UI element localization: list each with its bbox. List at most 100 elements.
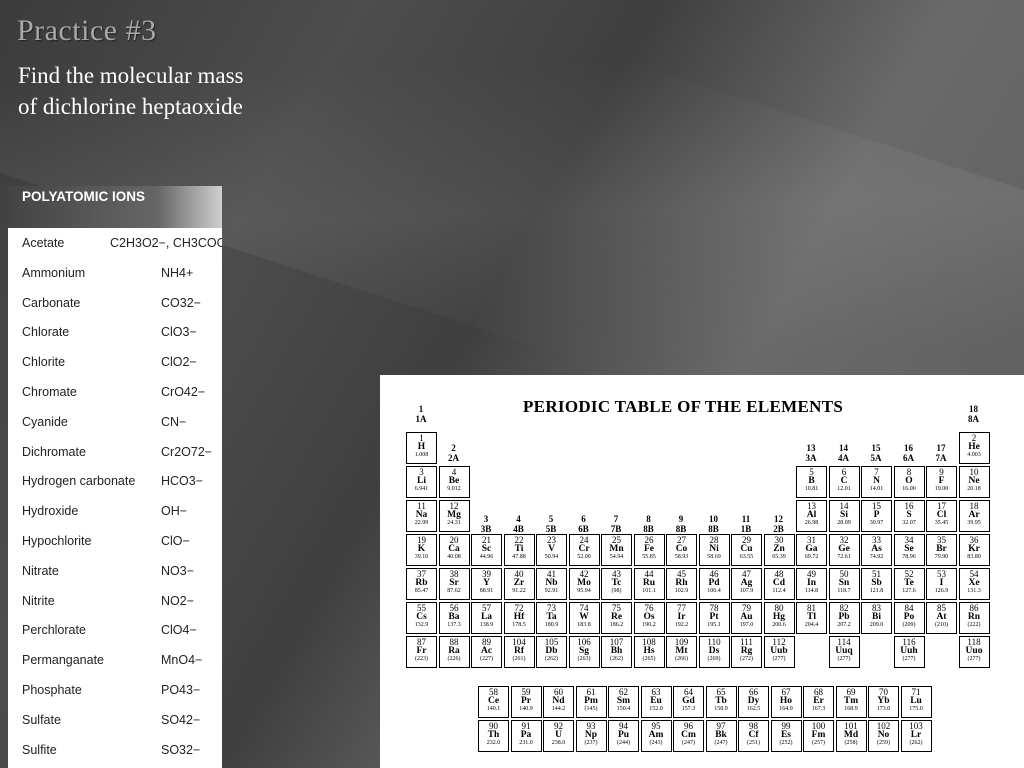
- atomic-mass: 54.94: [609, 554, 624, 560]
- atomic-mass: 9.012: [447, 486, 461, 492]
- atomic-mass: 186.2: [609, 622, 624, 628]
- atomic-mass: 85.47: [414, 588, 429, 594]
- element-symbol: H: [417, 441, 426, 452]
- group-label: 15 5A: [870, 443, 882, 463]
- atomic-mass: 167.3: [811, 706, 826, 712]
- atomic-mass: 28.09: [837, 520, 851, 526]
- element-symbol: N: [873, 475, 880, 486]
- element-cell: 25 Mn 54.94: [601, 534, 632, 566]
- element-symbol: Sn: [838, 577, 850, 588]
- element-cell: 95 Am (243): [640, 720, 672, 752]
- atomic-mass: (272): [740, 656, 753, 662]
- atomic-mass: 16.00: [902, 486, 916, 492]
- element-symbol: Mt: [675, 645, 688, 656]
- ion-name: Perchlorate: [22, 623, 86, 638]
- atomic-mass: (210): [935, 622, 948, 628]
- group-label: 5 5B: [545, 514, 557, 534]
- atomic-mass: (251): [747, 740, 760, 746]
- atomic-mass: (269): [707, 656, 721, 662]
- atomic-mass: 6.941: [414, 486, 429, 492]
- periodic-table: PERIODIC TABLE OF THE ELEMENTS 1 H 1.008 2 H…: [380, 375, 1024, 768]
- element-symbol: Dy: [747, 695, 760, 706]
- atomic-mass: 30.97: [869, 520, 884, 526]
- element-symbol: Fr: [416, 645, 427, 656]
- element-cell: 41 Nb 92.91: [536, 568, 567, 600]
- element-symbol: Er: [813, 695, 824, 706]
- element-cell: 18 Ar 39.95: [958, 500, 990, 532]
- atomic-mass: (227): [480, 656, 493, 662]
- element-cell: 11 Na 22.99: [406, 500, 437, 532]
- element-cell: 62 Sm 150.4: [608, 686, 639, 718]
- atomic-mass: 207.2: [837, 622, 851, 628]
- atomic-mass: 195.1: [707, 622, 721, 628]
- atomic-mass: 127.6: [902, 588, 916, 594]
- ion-row: Chlorate ClO3−: [8, 317, 222, 347]
- element-symbol: Rn: [967, 611, 981, 622]
- element-cell: 63 Eu 152.0: [640, 686, 672, 718]
- element-symbol: No: [877, 729, 890, 740]
- element-cell: 57 La 138.9: [471, 602, 502, 634]
- atomic-mass: 12.01: [837, 486, 851, 492]
- atomic-mass: 44.96: [479, 554, 494, 560]
- element-symbol: Li: [417, 475, 426, 486]
- atomic-mass: 164.9: [779, 706, 793, 712]
- element-cell: 59 Pr 140.9: [510, 686, 542, 718]
- atomic-mass: (209): [902, 622, 916, 628]
- element-symbol: Cm: [681, 729, 696, 740]
- element-cell: 53 I 126.9: [926, 568, 957, 600]
- ion-name: Acetate: [22, 236, 65, 250]
- atomic-mass: 79.90: [934, 554, 949, 560]
- element-symbol: Mn: [609, 543, 624, 554]
- element-cell: 32 Ge 72.61: [828, 534, 860, 566]
- ion-row: Phosphate PO43−: [8, 675, 222, 705]
- element-cell: 13 Al 26.98: [796, 500, 827, 532]
- atomic-mass: 180.9: [544, 622, 559, 628]
- element-symbol: S: [906, 509, 912, 520]
- atomic-mass: (145): [584, 706, 598, 712]
- element-cell: 97 Bk (247): [705, 720, 737, 752]
- element-symbol: Cf: [748, 729, 759, 740]
- element-symbol: Cu: [740, 543, 753, 554]
- element-symbol: Es: [780, 729, 792, 740]
- atomic-mass: 138.9: [479, 622, 494, 628]
- element-symbol: Ac: [480, 645, 493, 656]
- group-label: 17 7A: [935, 443, 947, 463]
- element-symbol: Ga: [805, 543, 818, 554]
- atomic-mass: 183.8: [577, 622, 591, 628]
- atomic-mass: 114.8: [804, 588, 819, 594]
- ion-row: Hydrogen carbonate HCO3−: [8, 466, 222, 496]
- atomic-mass: 32.07: [902, 520, 916, 526]
- atomic-mass: (252): [779, 740, 793, 746]
- element-cell: 39 Y 88.91: [471, 568, 502, 600]
- atomic-mass: 52.00: [577, 554, 591, 560]
- element-symbol: Db: [545, 645, 558, 656]
- element-cell: 45 Rh 102.9: [666, 568, 697, 600]
- element-symbol: In: [807, 577, 816, 588]
- element-symbol: Pu: [617, 729, 630, 740]
- element-cell: 51 Sb 121.8: [861, 568, 892, 600]
- atomic-mass: (261): [512, 656, 526, 662]
- element-symbol: Ca: [448, 543, 460, 554]
- atomic-mass: 107.9: [739, 588, 754, 594]
- atomic-mass: 173.0: [876, 706, 891, 712]
- element-cell: 2 He 4.003: [958, 432, 990, 464]
- element-symbol: B: [808, 475, 815, 486]
- element-symbol: Tc: [611, 577, 622, 588]
- group-label: 9 8B: [675, 514, 687, 534]
- group-label: 18 8A: [968, 404, 979, 424]
- element-symbol: La: [480, 611, 493, 622]
- element-cell: 94 Pu (244): [608, 720, 639, 752]
- group-label: 2 2A: [448, 443, 459, 463]
- element-cell: 3 Li 6.941: [406, 466, 437, 498]
- atomic-mass: 39.95: [967, 520, 981, 526]
- element-cell: 71 Lu 175.0: [900, 686, 932, 718]
- element-cell: 114 Uuq (277): [828, 636, 860, 668]
- atomic-mass: 231.0: [519, 740, 533, 746]
- element-cell: 31 Ga 69.72: [796, 534, 827, 566]
- atomic-mass: 1.008: [414, 452, 429, 458]
- element-cell: 61 Pm (145): [575, 686, 607, 718]
- element-symbol: Na: [415, 509, 428, 520]
- ion-formula: CN−: [161, 414, 187, 429]
- element-symbol: Zn: [773, 543, 785, 554]
- element-cell: 85 At (210): [926, 602, 957, 634]
